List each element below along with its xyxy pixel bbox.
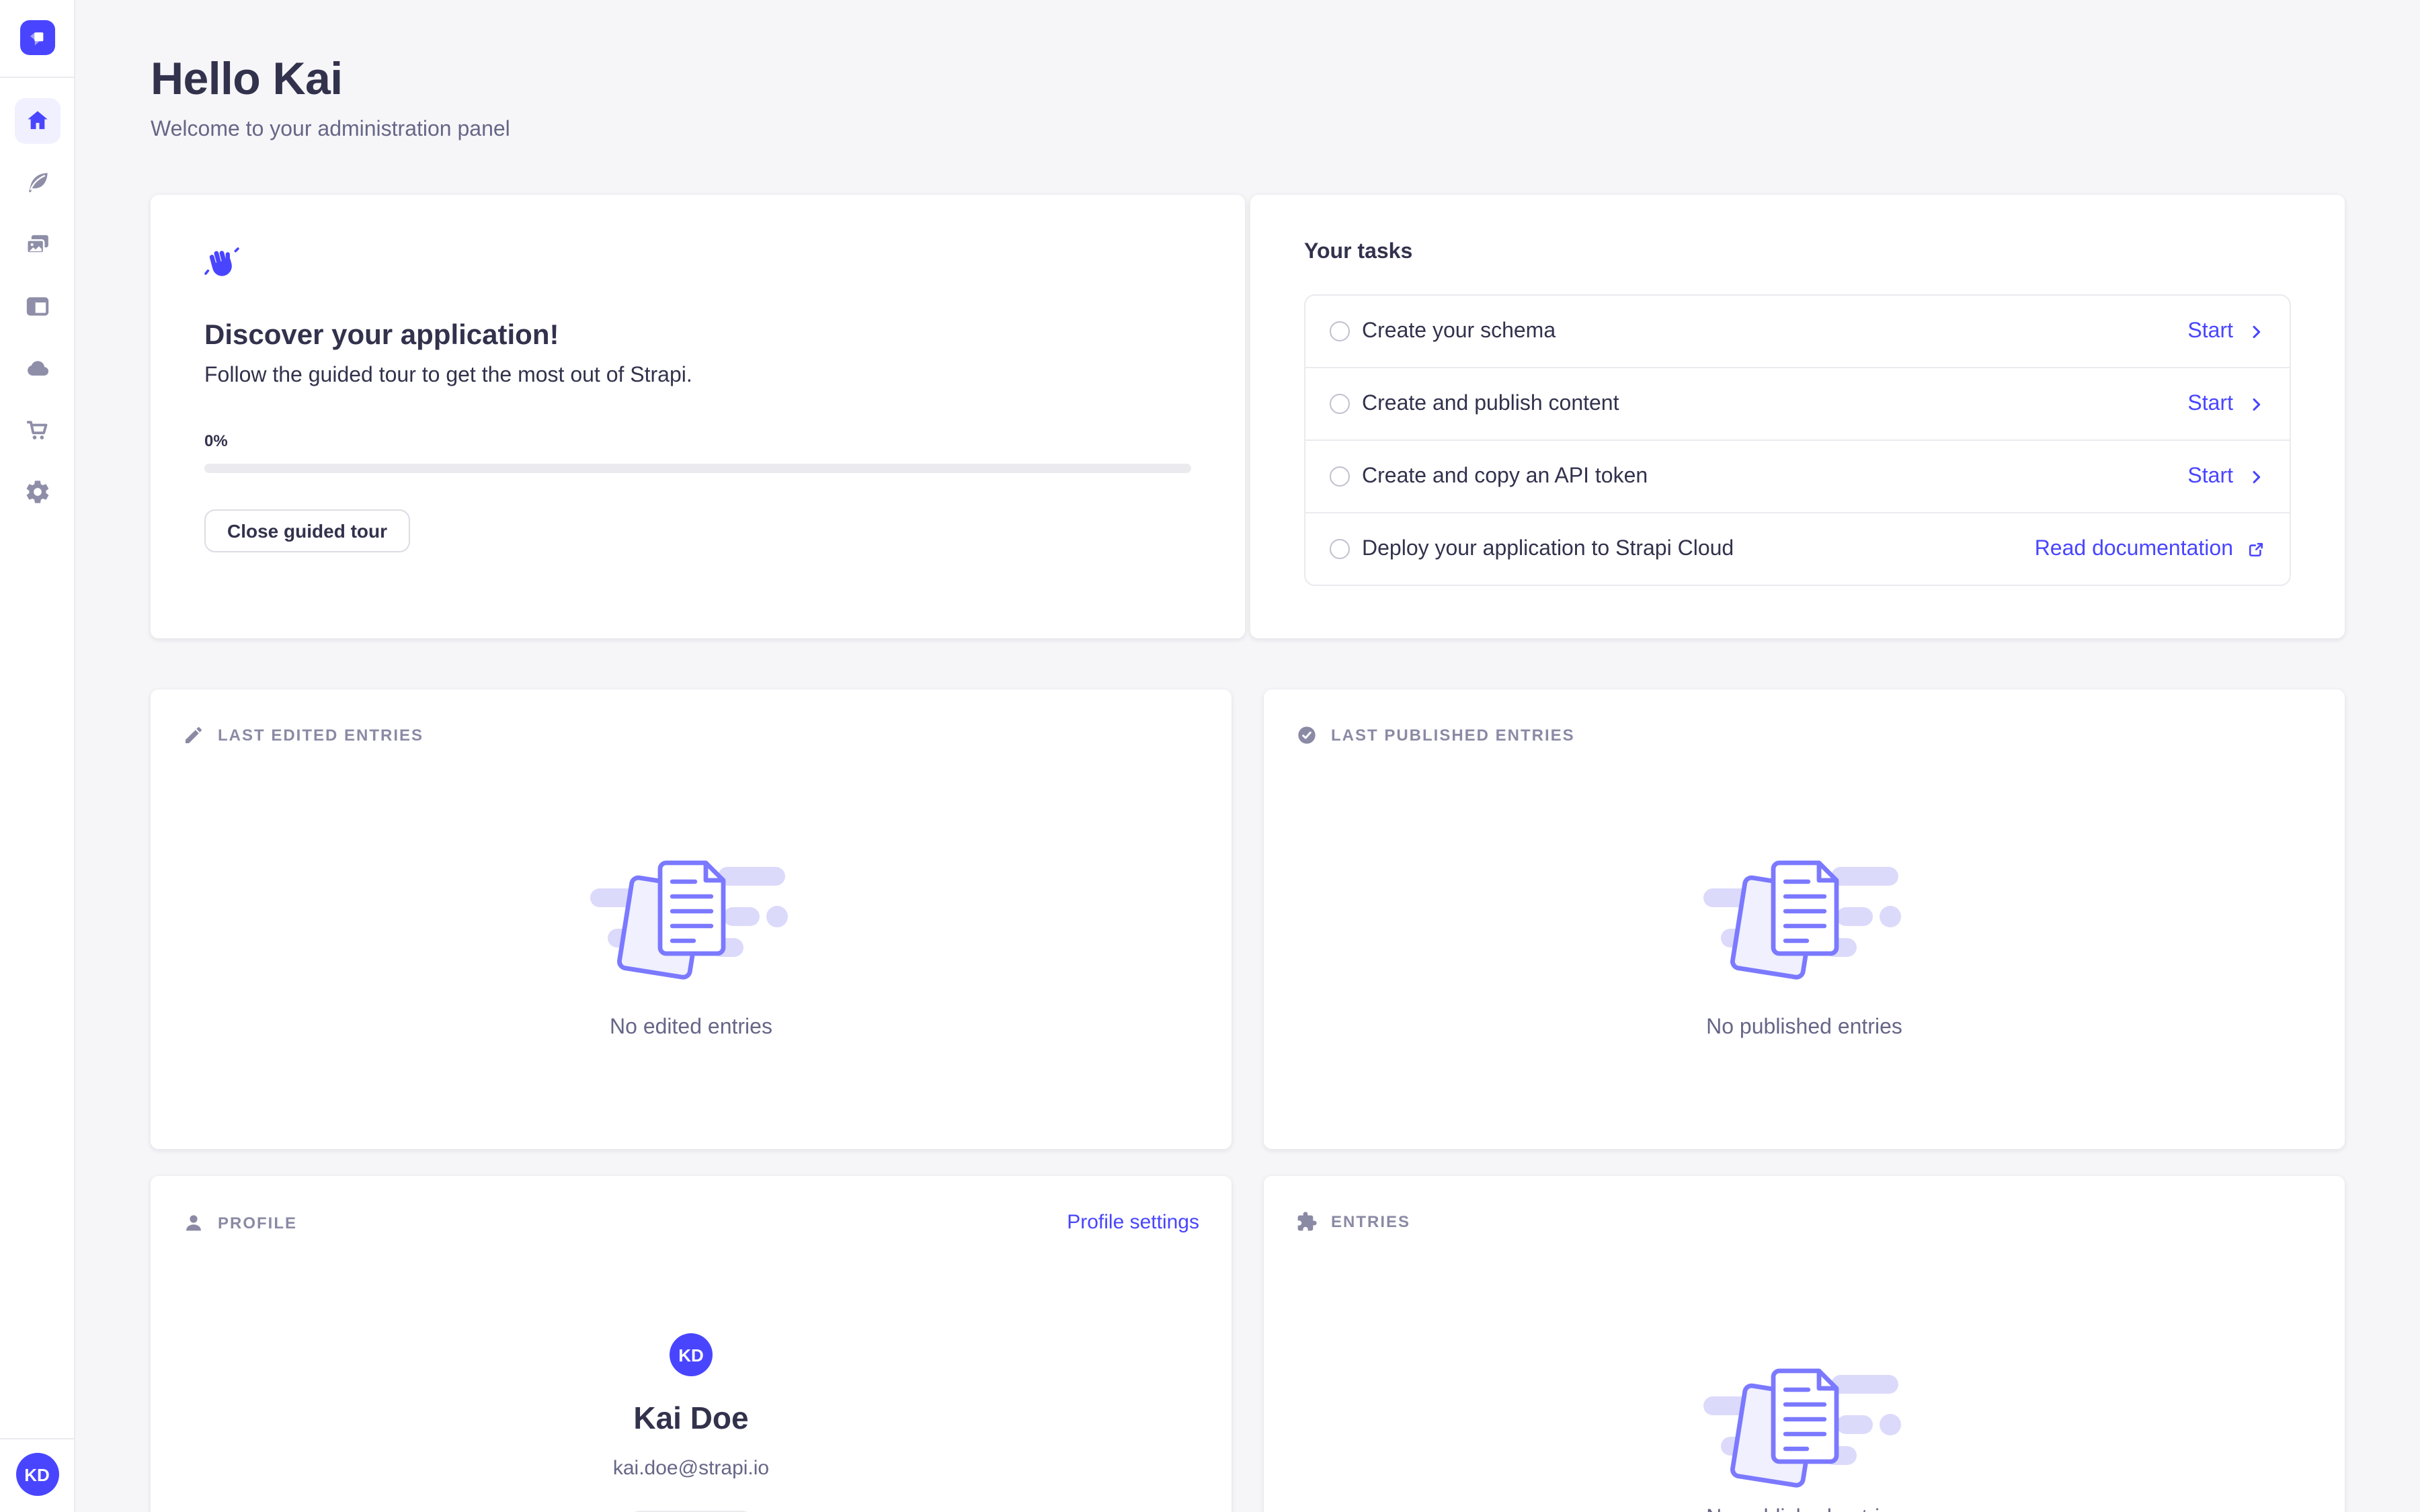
empty-documents-illustration bbox=[590, 855, 792, 986]
task-row-create-schema[interactable]: Create your schema Start bbox=[1305, 296, 2290, 367]
sidebar-item-media-library[interactable] bbox=[14, 222, 60, 267]
task-label: Create and publish content bbox=[1362, 392, 1619, 416]
task-action-label: Start bbox=[2187, 464, 2233, 489]
empty-message: No published entries bbox=[1706, 1016, 1902, 1040]
widget-header: LAST PUBLISHED ENTRIES bbox=[1264, 689, 2345, 746]
task-row-deploy-cloud[interactable]: Deploy your application to Strapi Cloud … bbox=[1305, 512, 2290, 585]
empty-documents-illustration bbox=[1703, 1363, 1905, 1495]
guided-tour-title: Discover your application! bbox=[204, 320, 1191, 352]
last-edited-entries-widget: LAST EDITED ENTRIES No edited entries bbox=[151, 689, 1232, 1149]
widget-header: PROFILE Profile settings bbox=[151, 1176, 1232, 1234]
waving-hand-icon bbox=[204, 246, 241, 282]
empty-documents-illustration bbox=[1703, 855, 1905, 986]
sidebar-nav bbox=[0, 98, 74, 515]
empty-state: No edited entries bbox=[151, 746, 1232, 1040]
task-start-link[interactable]: Start bbox=[2187, 464, 2265, 489]
widget-header: LAST EDITED ENTRIES bbox=[151, 689, 1232, 746]
pencil-icon bbox=[183, 724, 204, 746]
layout-icon bbox=[24, 293, 50, 320]
guided-tour-description: Follow the guided tour to get the most o… bbox=[204, 364, 1191, 388]
strapi-logo[interactable] bbox=[19, 20, 54, 55]
task-row-publish-content[interactable]: Create and publish content Start bbox=[1305, 367, 2290, 439]
task-start-link[interactable]: Start bbox=[2187, 392, 2265, 416]
task-start-link[interactable]: Start bbox=[2187, 319, 2265, 343]
empty-state: No published entries bbox=[1264, 1232, 2345, 1512]
your-tasks-card: Your tasks Create your schema Start Crea… bbox=[1250, 195, 2345, 638]
sidebar-divider-bottom bbox=[0, 1438, 74, 1439]
user-icon bbox=[183, 1212, 204, 1233]
chevron-right-icon bbox=[2247, 394, 2265, 413]
strapi-admin-dashboard: KD Hello Kai Welcome to your administrat… bbox=[0, 0, 2420, 1512]
sidebar-divider-top bbox=[0, 77, 74, 78]
task-status-circle bbox=[1330, 466, 1350, 487]
task-row-api-token[interactable]: Create and copy an API token Start bbox=[1305, 439, 2290, 512]
strapi-logo-icon bbox=[27, 28, 47, 48]
widget-title: LAST EDITED ENTRIES bbox=[218, 726, 424, 745]
sidebar-item-cloud[interactable] bbox=[14, 345, 60, 391]
page-subtitle: Welcome to your administration panel bbox=[151, 118, 510, 142]
widget-title: LAST PUBLISHED ENTRIES bbox=[1331, 726, 1575, 745]
sidebar-bottom: KD bbox=[0, 1417, 74, 1512]
gear-icon bbox=[24, 478, 50, 505]
task-action-label: Start bbox=[2187, 392, 2233, 416]
sidebar-item-content-type-builder[interactable] bbox=[14, 284, 60, 329]
external-link-icon bbox=[2247, 540, 2265, 558]
task-action-label: Read documentation bbox=[2035, 537, 2233, 561]
chevron-right-icon bbox=[2247, 467, 2265, 486]
task-label: Deploy your application to Strapi Cloud bbox=[1362, 537, 1734, 561]
user-avatar[interactable]: KD bbox=[15, 1453, 58, 1496]
cloud-icon bbox=[24, 355, 50, 382]
check-circle-icon bbox=[1296, 724, 1318, 746]
empty-message: No published entries bbox=[1706, 1507, 1902, 1512]
task-status-circle bbox=[1330, 539, 1350, 559]
sidebar-item-content-manager[interactable] bbox=[14, 160, 60, 206]
empty-state: No published entries bbox=[1264, 746, 2345, 1040]
cart-icon bbox=[24, 417, 50, 444]
widget-title: ENTRIES bbox=[1331, 1212, 1410, 1231]
guided-tour-progressbar bbox=[204, 464, 1191, 473]
profile-body: KD Kai Doe kai.doe@strapi.io bbox=[151, 1234, 1232, 1512]
guided-tour-card: Discover your application! Follow the gu… bbox=[151, 195, 1245, 638]
task-status-circle bbox=[1330, 394, 1350, 414]
sidebar-item-home[interactable] bbox=[14, 98, 60, 144]
page-title: Hello Kai bbox=[151, 54, 510, 106]
profile-settings-link[interactable]: Profile settings bbox=[1067, 1211, 1199, 1234]
your-tasks-title: Your tasks bbox=[1304, 241, 2291, 265]
profile-avatar: KD bbox=[670, 1333, 713, 1376]
last-published-entries-widget: LAST PUBLISHED ENTRIES No published entr… bbox=[1264, 689, 2345, 1149]
feather-icon bbox=[24, 169, 50, 196]
sidebar-item-settings[interactable] bbox=[14, 469, 60, 515]
profile-name: Kai Doe bbox=[633, 1400, 748, 1437]
home-icon bbox=[24, 108, 50, 134]
close-guided-tour-button[interactable]: Close guided tour bbox=[204, 509, 410, 552]
task-label: Create and copy an API token bbox=[1362, 464, 1648, 489]
media-library-icon bbox=[24, 231, 50, 258]
page-header: Hello Kai Welcome to your administration… bbox=[151, 54, 510, 142]
tasks-list: Create your schema Start Create and publ… bbox=[1304, 294, 2291, 586]
profile-email: kai.doe@strapi.io bbox=[613, 1457, 769, 1480]
read-documentation-link[interactable]: Read documentation bbox=[2035, 537, 2265, 561]
task-status-circle bbox=[1330, 321, 1350, 341]
widget-title: PROFILE bbox=[218, 1213, 297, 1232]
task-label: Create your schema bbox=[1362, 319, 1556, 343]
puzzle-icon bbox=[1296, 1211, 1318, 1232]
profile-widget: PROFILE Profile settings KD Kai Doe kai.… bbox=[151, 1176, 1232, 1512]
progress-label: 0% bbox=[204, 431, 1191, 450]
widget-header: ENTRIES bbox=[1264, 1176, 2345, 1232]
empty-message: No edited entries bbox=[610, 1016, 772, 1040]
chevron-right-icon bbox=[2247, 322, 2265, 341]
entries-widget: ENTRIES No published entries bbox=[1264, 1176, 2345, 1512]
task-action-label: Start bbox=[2187, 319, 2233, 343]
sidebar-item-marketplace[interactable] bbox=[14, 407, 60, 453]
sidebar: KD bbox=[0, 0, 75, 1512]
